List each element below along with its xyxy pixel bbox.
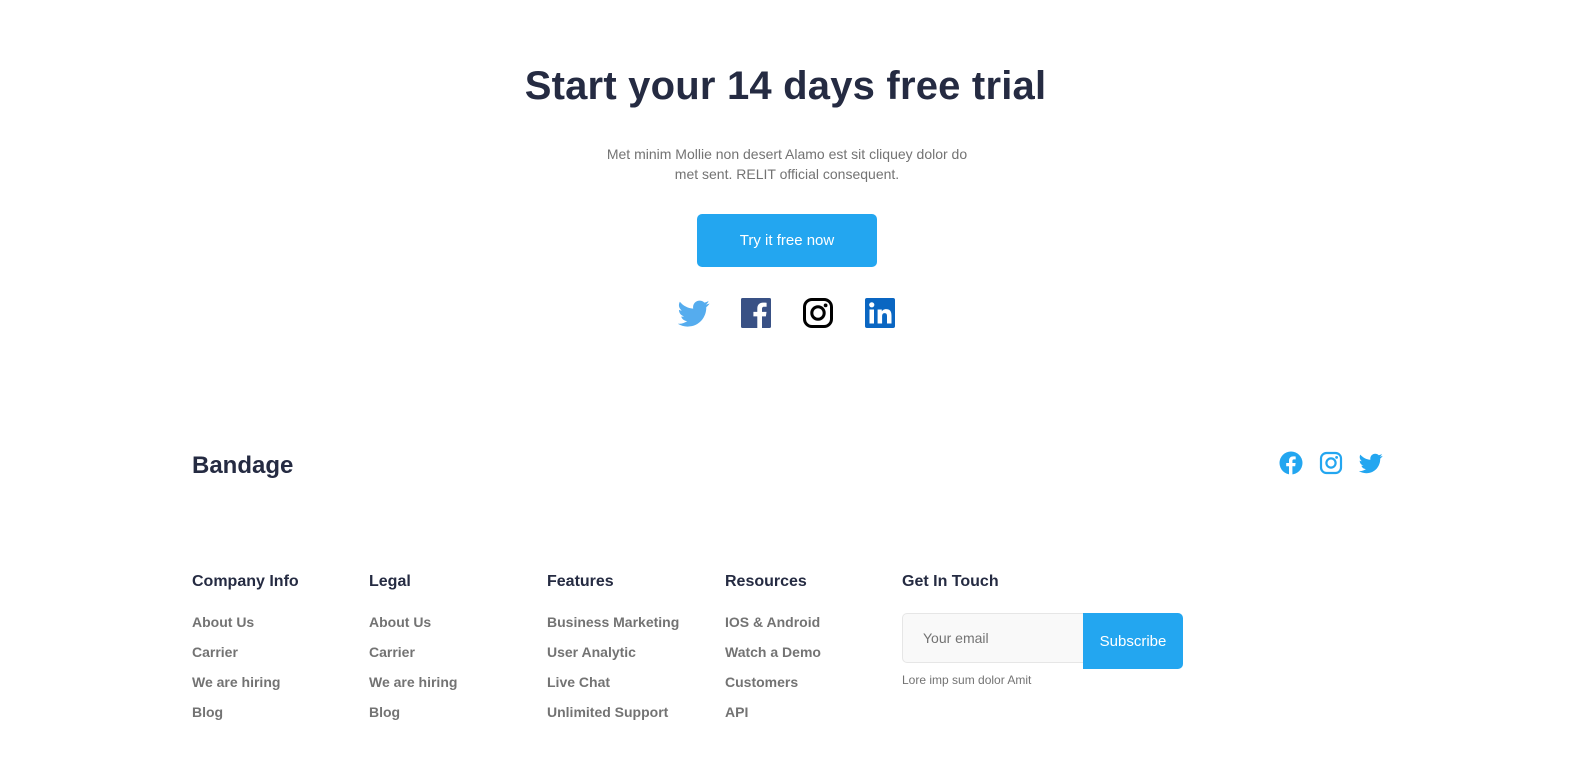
facebook-icon[interactable] [1279,451,1303,475]
footer-link-blog[interactable]: Blog [192,704,223,720]
footer-link-customers[interactable]: Customers [725,674,798,690]
footer-link[interactable]: User Analytic [547,642,679,672]
subscribe-button[interactable]: Subscribe [1083,613,1183,669]
footer-link[interactable]: API [725,702,821,732]
footer-column-company-info: Company Info About Us Carrier We are hir… [192,570,299,732]
footer-link[interactable]: Carrier [192,642,299,672]
instagram-icon[interactable] [1319,451,1343,475]
footer-link-business-marketing[interactable]: Business Marketing [547,614,679,630]
footer-column-get-in-touch: Get In Touch [902,570,999,594]
column-title: Legal [369,573,411,590]
subscribe-form: Subscribe [902,613,1184,669]
footer-link[interactable]: Blog [369,702,457,732]
footer-link[interactable]: Watch a Demo [725,642,821,672]
footer-link-blog[interactable]: Blog [369,704,400,720]
linkedin-icon[interactable] [864,297,896,329]
footer-link[interactable]: About Us [192,612,299,642]
subscribe-note: Lore imp sum dolor Amit [902,673,1032,687]
footer-column-resources: Resources IOS & Android Watch a Demo Cus… [725,570,821,732]
footer-link[interactable]: Blog [192,702,299,732]
footer-link[interactable]: About Us [369,612,457,642]
footer-link-carrier[interactable]: Carrier [369,644,415,660]
instagram-icon[interactable] [802,297,834,329]
footer-link[interactable]: Unlimited Support [547,702,679,732]
trial-title: Start your 14 days free trial [524,64,1047,108]
trial-description: Met minim Mollie non desert Alamo est si… [606,146,968,182]
footer-link[interactable]: Customers [725,672,821,702]
footer-link-we-are-hiring[interactable]: We are hiring [192,674,280,690]
column-title: Resources [725,573,807,590]
column-title: Features [547,573,614,590]
column-title: Get In Touch [902,573,999,590]
twitter-icon[interactable] [678,297,710,329]
footer-column-legal: Legal About Us Carrier We are hiring Blo… [369,570,457,732]
footer-link[interactable]: IOS & Android [725,612,821,642]
footer-link-unlimited-support[interactable]: Unlimited Support [547,704,668,720]
try-free-button[interactable]: Try it free now [697,214,877,267]
footer-link-api[interactable]: API [725,704,748,720]
footer-link-we-are-hiring[interactable]: We are hiring [369,674,457,690]
footer-link-ios-android[interactable]: IOS & Android [725,614,820,630]
footer-link[interactable]: Carrier [369,642,457,672]
footer-link[interactable]: We are hiring [192,672,299,702]
footer-link[interactable]: We are hiring [369,672,457,702]
footer-link[interactable]: Live Chat [547,672,679,702]
column-title: Company Info [192,573,299,590]
brand-logo[interactable]: Bandage [192,450,293,482]
footer-link-about-us[interactable]: About Us [369,614,431,630]
footer-link[interactable]: Business Marketing [547,612,679,642]
email-field[interactable] [902,613,1083,663]
facebook-icon[interactable] [740,297,772,329]
footer-link-about-us[interactable]: About Us [192,614,254,630]
footer-link-user-analytic[interactable]: User Analytic [547,644,636,660]
footer-link-live-chat[interactable]: Live Chat [547,674,610,690]
footer-link-watch-a-demo[interactable]: Watch a Demo [725,644,821,660]
twitter-icon[interactable] [1359,451,1383,475]
footer-column-features: Features Business Marketing User Analyti… [547,570,679,732]
footer-link-carrier[interactable]: Carrier [192,644,238,660]
